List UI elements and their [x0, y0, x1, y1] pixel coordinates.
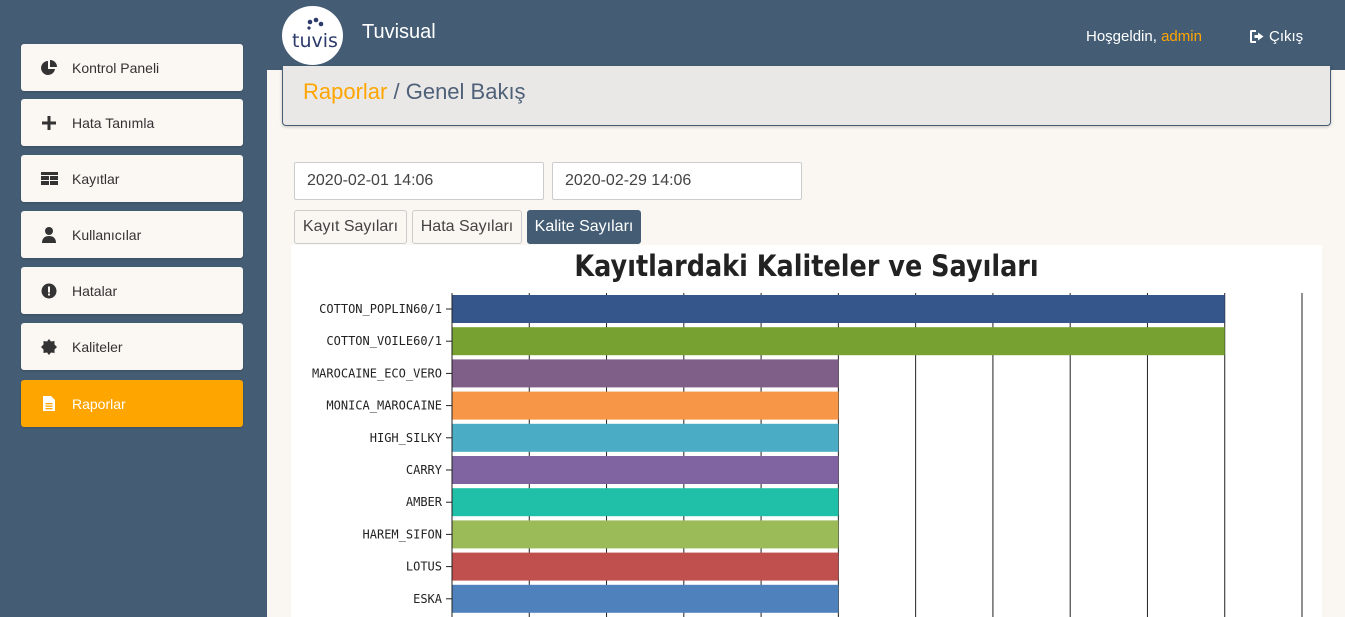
- tuvis-logo: tuvis: [282, 6, 343, 65]
- y-tick-label: MONICA_MAROCAINE: [326, 399, 442, 413]
- y-tick-label: ESKA: [413, 592, 443, 606]
- plus-icon: [40, 114, 58, 132]
- exclamation-icon: [40, 282, 58, 300]
- breadcrumb-current: Genel Bakış: [405, 79, 526, 104]
- sidebar-item-label: Kullanıcılar: [72, 226, 142, 243]
- sidebar-item-hata-tanimla[interactable]: Hata Tanımla: [21, 99, 243, 146]
- logo-text: tuvis: [292, 30, 338, 52]
- tab-kayit-sayilari[interactable]: Kayıt Sayıları: [294, 210, 407, 244]
- bar[interactable]: [452, 488, 839, 517]
- certificate-icon: [40, 338, 58, 356]
- bar[interactable]: [452, 391, 839, 420]
- y-tick-label: COTTON_VOILE60/1: [326, 334, 442, 348]
- table-icon: [40, 170, 58, 188]
- y-tick-label: HAREM_SIFON: [363, 527, 442, 541]
- breadcrumb-separator: /: [387, 79, 406, 104]
- sidebar-item-label: Kaliteler: [72, 338, 123, 355]
- welcome-text: Hoşgeldin, admin: [1086, 28, 1202, 45]
- logout-label: Çıkış: [1269, 28, 1304, 45]
- y-tick-label: CARRY: [406, 463, 443, 477]
- breadcrumb-panel: Raporlar / Genel Bakış: [282, 66, 1331, 126]
- y-tick-label: MAROCAINE_ECO_VERO: [312, 366, 442, 380]
- end-date-input[interactable]: [552, 162, 802, 200]
- chart-container: Kayıtlardaki Kaliteler ve Sayıları COTTO…: [291, 245, 1322, 617]
- sidebar-item-kaliteler[interactable]: Kaliteler: [21, 323, 243, 370]
- sidebar: Kontrol Paneli Hata Tanımla Kayıtlar Kul…: [0, 0, 267, 617]
- bar-chart: COTTON_POPLIN60/1 COTTON_VOILE60/1 MAROCAI…: [312, 293, 1303, 617]
- welcome-prefix: Hoşgeldin,: [1086, 28, 1157, 45]
- bar[interactable]: [452, 520, 839, 549]
- breadcrumb-root[interactable]: Raporlar: [303, 79, 387, 104]
- tab-kalite-sayilari[interactable]: Kalite Sayıları: [527, 210, 641, 244]
- bar[interactable]: [452, 456, 839, 484]
- y-tick-label: AMBER: [406, 495, 443, 509]
- user-icon: [40, 226, 58, 244]
- tab-hata-sayilari[interactable]: Hata Sayıları: [412, 210, 522, 244]
- sidebar-item-label: Hatalar: [72, 282, 118, 299]
- bar[interactable]: [452, 327, 1225, 356]
- y-tick-label: LOTUS: [406, 560, 442, 574]
- chart-title: Kayıtlardaki Kaliteler ve Sayıları: [574, 249, 1039, 283]
- sign-out-icon: [1250, 30, 1264, 43]
- top-header: tuvis Tuvisual Hoşgeldin, admin Çıkış: [267, 0, 1345, 70]
- username-link[interactable]: admin: [1161, 28, 1202, 45]
- app-title: Tuvisual: [362, 21, 436, 43]
- sidebar-item-label: Raporlar: [72, 395, 126, 412]
- file-icon: [40, 395, 58, 413]
- y-tick-label: HIGH_SILKY: [370, 431, 443, 445]
- bar[interactable]: [452, 552, 839, 581]
- bar[interactable]: [452, 584, 839, 613]
- y-tick-label: COTTON_POPLIN60/1: [319, 302, 442, 316]
- bar[interactable]: [452, 295, 1225, 323]
- sidebar-item-kullanicilar[interactable]: Kullanıcılar: [21, 211, 243, 258]
- sidebar-item-hatalar[interactable]: Hatalar: [21, 267, 243, 314]
- bar[interactable]: [452, 359, 839, 388]
- logout-button[interactable]: Çıkış: [1250, 28, 1303, 45]
- bar[interactable]: [452, 423, 839, 452]
- sidebar-item-label: Kontrol Paneli: [72, 59, 160, 76]
- start-date-input[interactable]: [294, 162, 544, 200]
- sidebar-item-label: Hata Tanımla: [72, 114, 155, 131]
- sidebar-item-kontrol-paneli[interactable]: Kontrol Paneli: [21, 44, 243, 91]
- sidebar-item-kayitlar[interactable]: Kayıtlar: [21, 155, 243, 202]
- sidebar-item-raporlar[interactable]: Raporlar: [21, 380, 243, 427]
- breadcrumb: Raporlar / Genel Bakış: [303, 79, 526, 105]
- pie-chart-icon: [40, 59, 58, 77]
- sidebar-item-label: Kayıtlar: [72, 170, 120, 187]
